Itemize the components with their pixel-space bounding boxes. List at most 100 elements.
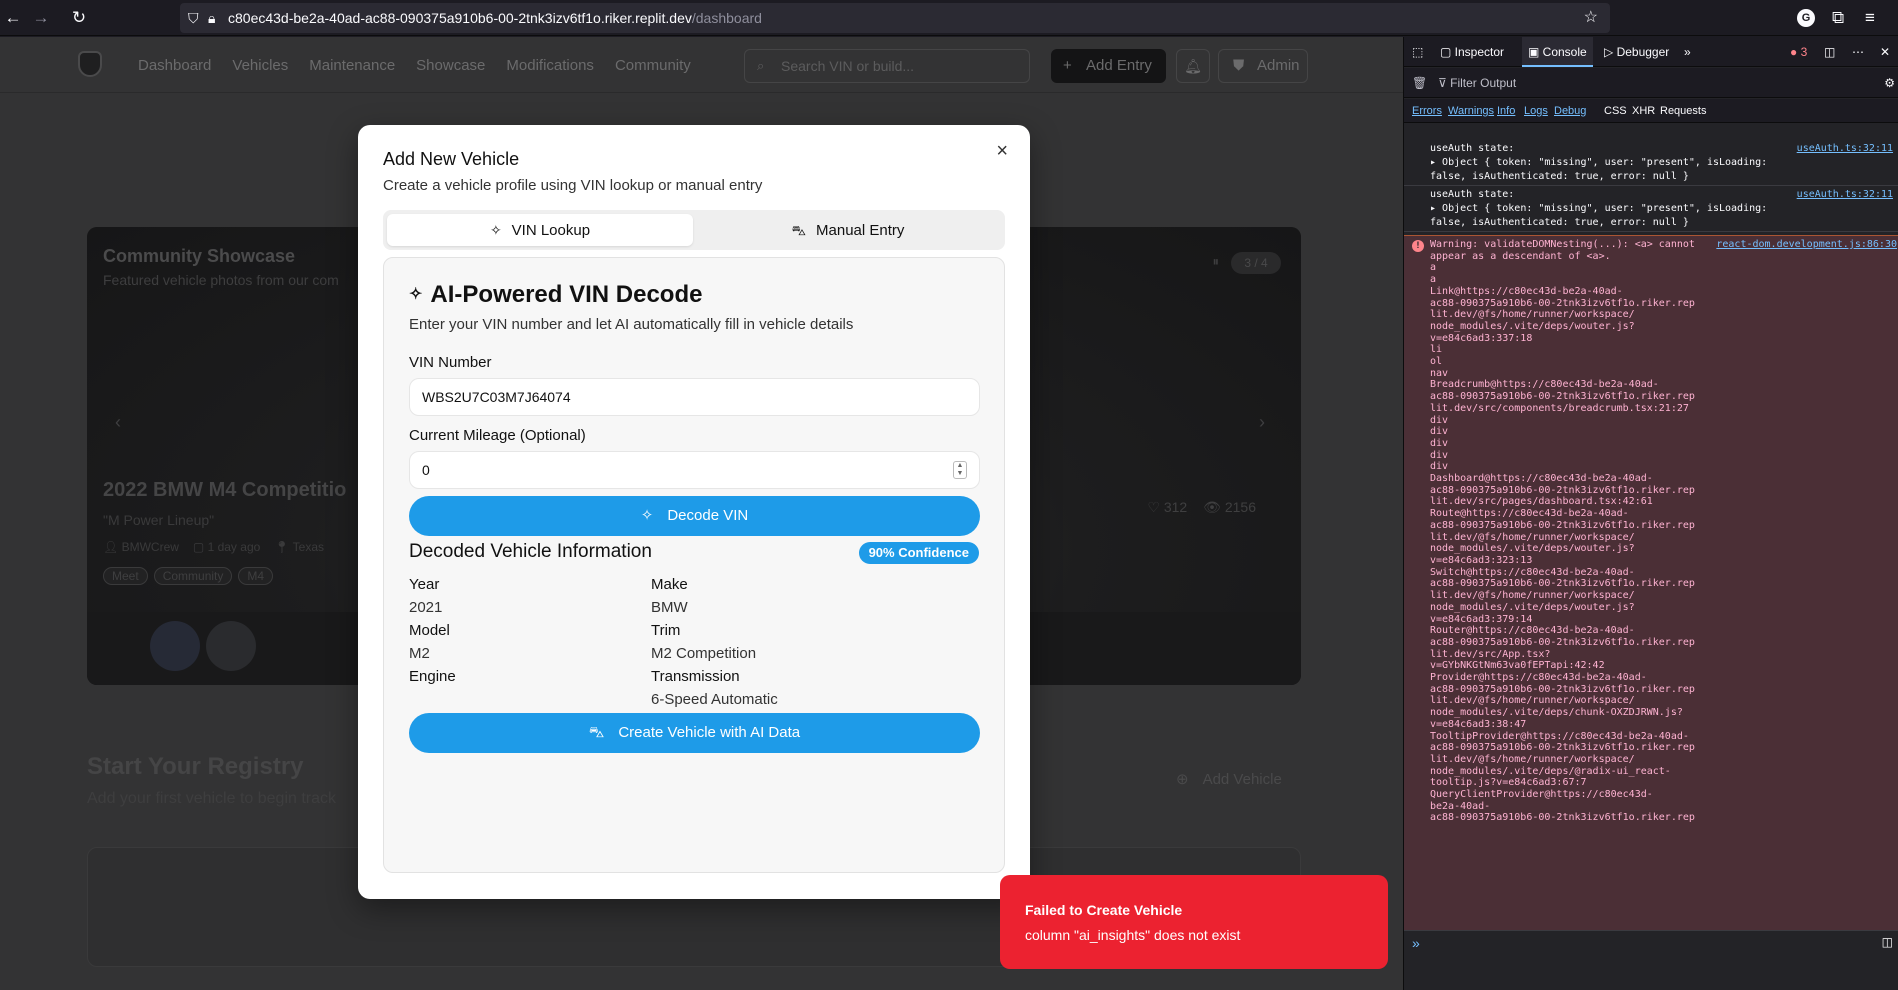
- registry-title: Start Your Registry: [87, 753, 304, 780]
- showcase-user: 👤︎ BMWCrew: [103, 540, 179, 554]
- nav-showcase[interactable]: Showcase: [416, 57, 485, 74]
- shield-icon: ⛊: [1233, 57, 1245, 74]
- tab-manual-entry[interactable]: ⛍ Manual Entry: [695, 214, 1001, 246]
- close-icon[interactable]: ×: [996, 141, 1008, 161]
- lock-icon[interactable]: 🔒︎: [208, 3, 215, 33]
- stack-line: lit.dev/@fs/home/runner/workspace/: [1430, 695, 1635, 707]
- notifications-bell-icon[interactable]: 🔔︎: [1176, 49, 1210, 83]
- shield-icon[interactable]: ⛉: [188, 3, 199, 33]
- forward-icon[interactable]: →: [28, 6, 54, 30]
- app-logo[interactable]: [78, 51, 102, 77]
- filter-info[interactable]: Info: [1497, 99, 1515, 123]
- sparkles-icon: ✧: [489, 222, 502, 238]
- showcase-tags: Meet Community M4: [103, 567, 274, 585]
- add-entry-button[interactable]: + Add Entry: [1051, 49, 1166, 83]
- prompt-chevron-icon: »: [1412, 935, 1420, 951]
- stack-line: v=e84c6ad3:38:47: [1430, 718, 1527, 730]
- expand-triangle-icon: ▸: [1430, 203, 1443, 214]
- mileage-input[interactable]: 0 ▲ ▼: [409, 451, 980, 489]
- car-icon: ⛍: [791, 222, 807, 238]
- address-bar[interactable]: ⛉ 🔒︎ c80ec43d-be2a-40ad-ac88-090375a910b…: [180, 3, 1610, 33]
- filter-placeholder: Filter Output: [1450, 76, 1517, 90]
- thumbnail[interactable]: [206, 621, 256, 671]
- more-options-icon[interactable]: ⋯: [1852, 37, 1864, 67]
- url-host: c80ec43d-be2a-40ad-ac88-090375a910b6-00-…: [228, 10, 692, 26]
- filter-input[interactable]: ⊽ Filter Output: [1438, 68, 1516, 98]
- filter-requests[interactable]: Requests: [1660, 99, 1706, 123]
- nav-dashboard[interactable]: Dashboard: [138, 57, 211, 74]
- stack-line: appear as a descendant of <a>.: [1430, 250, 1611, 262]
- filter-debug[interactable]: Debug: [1554, 99, 1586, 123]
- chevron-left-icon[interactable]: ‹: [115, 412, 121, 433]
- extensions-icon[interactable]: ⧉: [1832, 6, 1844, 30]
- thumbnail[interactable]: [150, 621, 200, 671]
- close-devtools-icon[interactable]: ✕: [1880, 37, 1890, 67]
- filter-logs[interactable]: Logs: [1524, 99, 1548, 123]
- log-object[interactable]: ▸ Object { token: "missing", user: "pres…: [1430, 202, 1898, 216]
- tag-community[interactable]: Community: [153, 567, 233, 585]
- tag-meet[interactable]: Meet: [103, 567, 148, 585]
- stack-line: ac88-090375a910b6-00-2tnk3izv6tf1o.riker…: [1430, 636, 1695, 648]
- nav-vehicles[interactable]: Vehicles: [232, 57, 288, 74]
- tag-m4[interactable]: M4: [238, 567, 274, 585]
- bookmark-star-icon[interactable]: ☆: [1584, 3, 1598, 33]
- tab-inspector-label: Inspector: [1454, 45, 1505, 59]
- filter-warnings[interactable]: Warnings: [1448, 99, 1494, 123]
- error-count[interactable]: ● 3: [1790, 45, 1807, 59]
- settings-gear-icon[interactable]: ⚙: [1884, 68, 1895, 98]
- menu-icon[interactable]: ≡: [1865, 6, 1875, 30]
- warning-source-link[interactable]: react-dom.development.js:86:30: [1716, 239, 1897, 251]
- tab-vin-lookup[interactable]: ✧ VIN Lookup: [387, 214, 693, 246]
- nav-modifications[interactable]: Modifications: [506, 57, 594, 74]
- panel-title: ✧ AI-Powered VIN Decode: [409, 281, 702, 309]
- account-avatar-icon[interactable]: G: [1797, 9, 1815, 27]
- filter-xhr[interactable]: XHR: [1632, 99, 1655, 123]
- filter-errors[interactable]: Errors: [1412, 99, 1442, 123]
- showcase-caption: "M Power Lineup": [103, 512, 215, 528]
- log-source-link[interactable]: useAuth.ts:32:11: [1797, 142, 1893, 156]
- console-input[interactable]: » ◫: [1404, 930, 1898, 990]
- trash-icon[interactable]: 🗑︎: [1412, 68, 1427, 98]
- nav-community[interactable]: Community: [615, 57, 691, 74]
- back-icon[interactable]: ←: [0, 6, 26, 30]
- engine-label: Engine: [409, 668, 456, 685]
- more-tabs-icon[interactable]: »: [1684, 37, 1691, 67]
- admin-button[interactable]: ⛊ Admin: [1218, 49, 1308, 83]
- stack-line: a: [1430, 262, 1437, 274]
- split-console-icon[interactable]: ◫: [1882, 935, 1893, 949]
- stack-line: ac88-090375a910b6-00-2tnk3izv6tf1o.riker…: [1430, 578, 1695, 590]
- tab-console[interactable]: ▣ Console: [1522, 37, 1593, 67]
- element-picker-icon[interactable]: ⬚: [1412, 37, 1423, 67]
- create-vehicle-label: Create Vehicle with AI Data: [618, 724, 801, 741]
- search-input[interactable]: ⌕ Search VIN or build...: [744, 49, 1030, 83]
- reload-icon[interactable]: ↻: [66, 6, 92, 30]
- field-engine: Engine: [409, 668, 456, 691]
- pause-icon[interactable]: ⏸: [1213, 254, 1220, 270]
- nav-maintenance[interactable]: Maintenance: [309, 57, 395, 74]
- browser-toolbar: ← → ↻ ⛉ 🔒︎ c80ec43d-be2a-40ad-ac88-09037…: [0, 0, 1898, 36]
- dock-icon[interactable]: ◫: [1824, 37, 1835, 67]
- create-vehicle-button[interactable]: ⛍ Create Vehicle with AI Data: [409, 713, 980, 753]
- filter-css[interactable]: CSS: [1604, 99, 1627, 123]
- stack-line: Link@https://c80ec43d-be2a-40ad-: [1430, 285, 1623, 297]
- add-vehicle-button[interactable]: ⊕ Add Vehicle: [1176, 770, 1282, 788]
- likes[interactable]: ♡ 312: [1147, 499, 1187, 516]
- showcase-location: 📍︎ Texas: [274, 540, 324, 554]
- vin-decode-panel: ✧ AI-Powered VIN Decode Enter your VIN nu…: [383, 257, 1005, 873]
- tab-debugger[interactable]: ▷ Debugger: [1604, 37, 1669, 67]
- log-level-filters: Errors Warnings Info Logs Debug CSS XHR …: [1404, 99, 1898, 123]
- log-source-link[interactable]: useAuth.ts:32:11: [1797, 188, 1893, 202]
- vin-input[interactable]: WBS2U7C03M7J64074: [409, 378, 980, 416]
- showcase-thumbnails: [150, 621, 256, 671]
- panel-description: Enter your VIN number and let AI automat…: [409, 316, 854, 333]
- toast-title: Failed to Create Vehicle: [1025, 902, 1183, 918]
- error-toast[interactable]: Failed to Create Vehicle column "ai_insi…: [1000, 875, 1388, 969]
- tab-inspector[interactable]: ▢ Inspector: [1440, 37, 1504, 67]
- stack-line: lit.dev/@fs/home/runner/workspace/: [1430, 590, 1635, 602]
- number-stepper-icon[interactable]: ▲ ▼: [953, 461, 967, 479]
- stack-line: lit.dev/@fs/home/runner/workspace/: [1430, 309, 1635, 321]
- console-icon: ▣: [1528, 45, 1543, 59]
- chevron-right-icon[interactable]: ›: [1259, 412, 1265, 433]
- log-object[interactable]: ▸ Object { token: "missing", user: "pres…: [1430, 156, 1898, 170]
- decode-vin-button[interactable]: ✧ Decode VIN: [409, 496, 980, 536]
